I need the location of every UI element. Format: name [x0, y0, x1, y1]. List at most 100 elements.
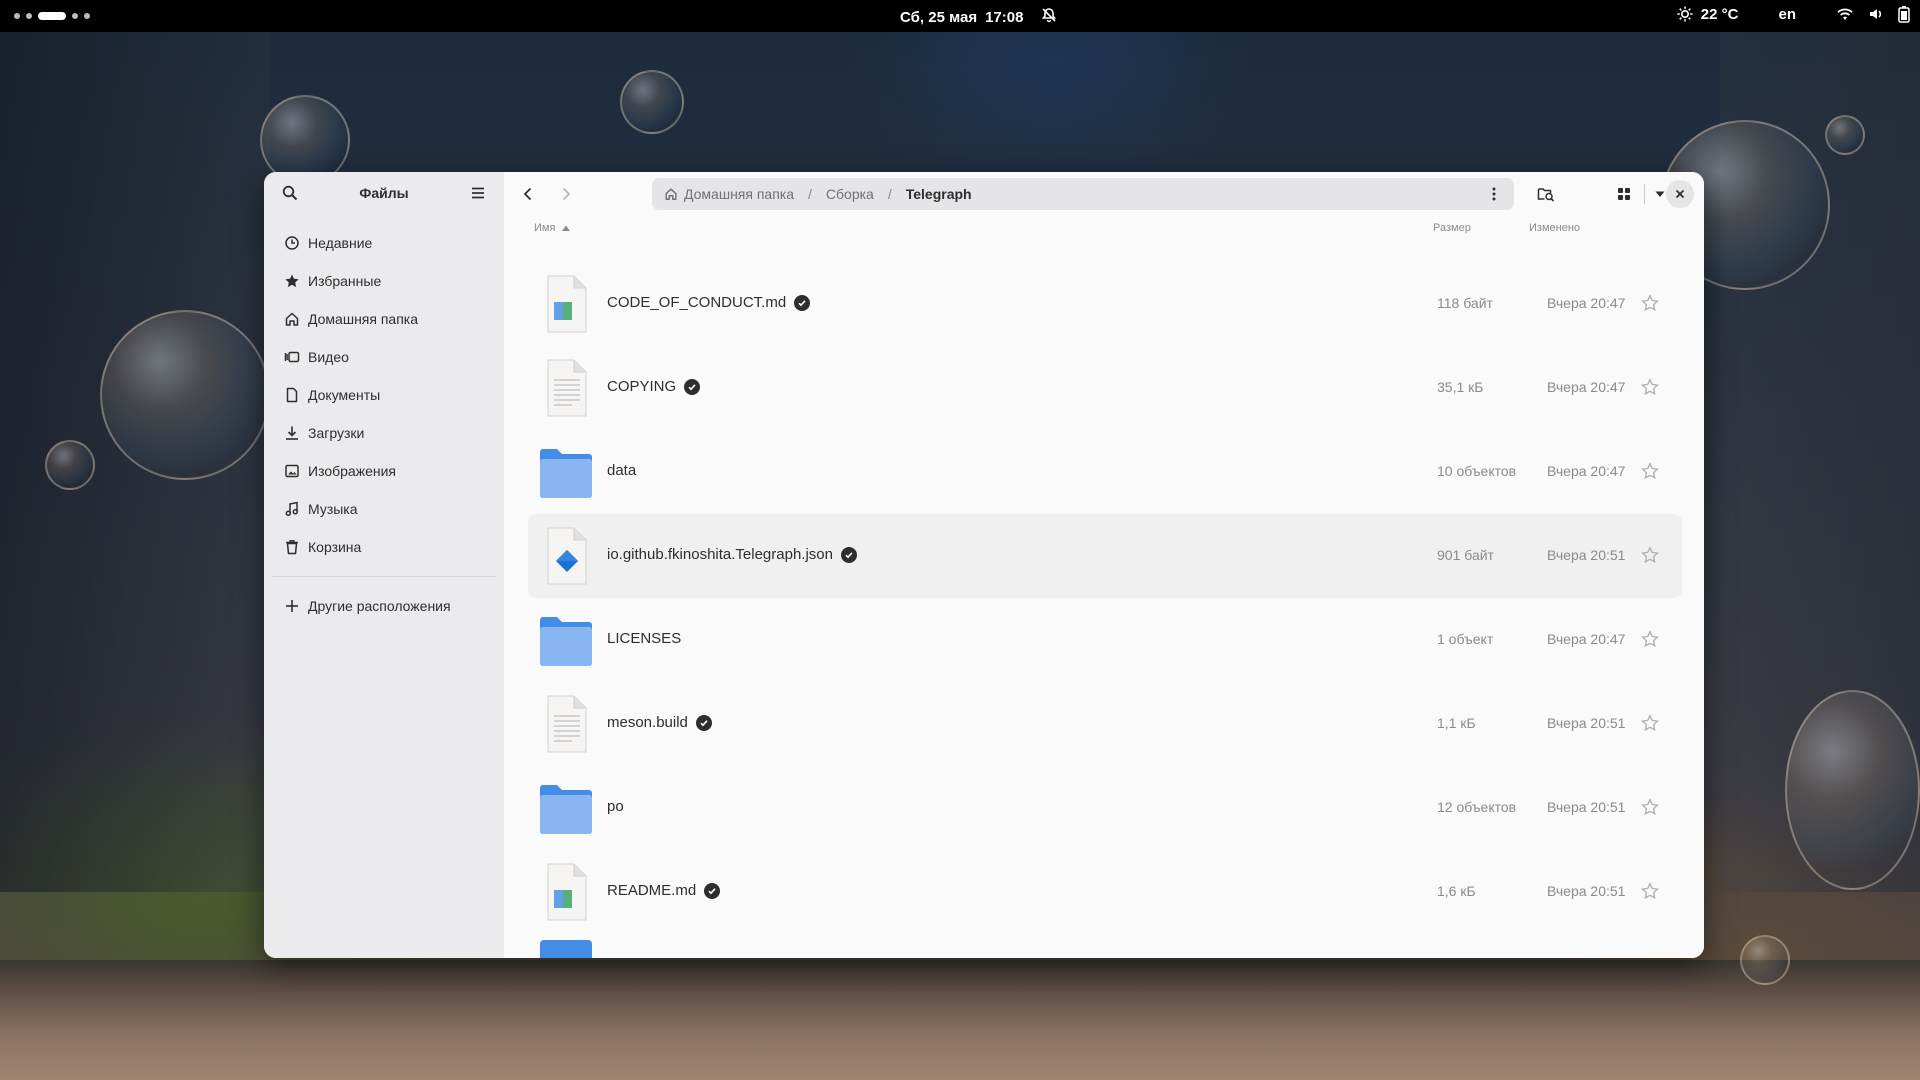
workspace-dot[interactable] — [72, 13, 78, 19]
sidebar-separator — [272, 576, 496, 577]
battery-icon[interactable] — [1898, 5, 1910, 23]
workspace-indicator[interactable] — [14, 12, 90, 20]
file-modified: Вчера 20:51 — [1547, 715, 1626, 731]
workspace-dot[interactable] — [84, 13, 90, 19]
sidebar-item-music[interactable]: Музыка — [264, 490, 504, 528]
file-row[interactable]: README.md 1,6 кБ Вчера 20:51 — [528, 850, 1682, 934]
file-row[interactable]: LICENSES 1 объект Вчера 20:47 — [528, 598, 1682, 682]
star-outline-icon[interactable] — [1641, 714, 1659, 732]
top-bar: Сб, 25 мая 17:08 22 °C en — [0, 0, 1920, 32]
sidebar-item-label: Недавние — [308, 235, 373, 251]
wifi-icon[interactable] — [1836, 6, 1854, 22]
synced-check-icon — [704, 882, 721, 899]
back-button[interactable] — [514, 180, 542, 208]
file-row[interactable]: meson.build 1,1 кБ Вчера 20:51 — [528, 682, 1682, 766]
file-row[interactable]: CODE_OF_CONDUCT.md 118 байт Вчера 20:47 — [528, 262, 1682, 346]
music-icon — [285, 501, 299, 517]
plus-icon — [286, 600, 298, 612]
home-icon — [665, 188, 677, 200]
file-list: CODE_OF_CONDUCT.md 118 байт Вчера 20:47 … — [504, 262, 1704, 934]
kebab-menu-icon — [1492, 187, 1496, 201]
file-name: meson.build — [607, 714, 712, 731]
sidebar-item-downloads[interactable]: Загрузки — [264, 414, 504, 452]
folder-menu-button[interactable] — [1480, 180, 1508, 208]
file-row[interactable]: io.github.fkinoshita.Telegraph.json 901 … — [528, 514, 1682, 598]
column-size-header[interactable]: Размер — [1433, 222, 1471, 234]
sidebar-item-documents[interactable]: Документы — [264, 376, 504, 414]
main-menu-button[interactable] — [464, 179, 492, 207]
header-bar: Домашняя папка / Сборка / Telegraph — [504, 172, 1704, 216]
column-name-header[interactable]: Имя — [534, 222, 571, 234]
files-window: Файлы Недавние Избранные Домашняя папка … — [264, 172, 1704, 958]
star-outline-icon[interactable] — [1641, 882, 1659, 900]
notifications-muted-icon — [1041, 7, 1057, 27]
sidebar-item-label: Изображения — [308, 463, 396, 479]
breadcrumb-current[interactable]: Telegraph — [906, 186, 972, 202]
file-name-label: io.github.fkinoshita.Telegraph.json — [607, 546, 833, 563]
keyboard-layout[interactable]: en — [1778, 6, 1796, 23]
sidebar-item-recent[interactable]: Недавние — [264, 224, 504, 262]
path-bar: Домашняя папка / Сборка / Telegraph — [652, 178, 1514, 210]
file-size: 35,1 кБ — [1437, 379, 1484, 395]
sidebar-item-pictures[interactable]: Изображения — [264, 452, 504, 490]
sidebar-item-label: Музыка — [308, 501, 358, 517]
search-button[interactable] — [276, 179, 304, 207]
workspace-dot[interactable] — [14, 13, 20, 19]
star-outline-icon[interactable] — [1641, 294, 1659, 312]
file-size: 1,6 кБ — [1437, 883, 1476, 899]
search-icon — [282, 185, 298, 201]
column-header: Имя Размер Изменено — [504, 216, 1704, 238]
sidebar-header: Файлы — [264, 172, 504, 214]
file-row[interactable]: data 10 объектов Вчера 20:47 — [528, 430, 1682, 514]
weather-indicator[interactable]: 22 °C — [1677, 6, 1738, 23]
close-button[interactable] — [1666, 180, 1694, 208]
sidebar-item-trash[interactable]: Корзина — [264, 528, 504, 566]
places-list: Недавние Избранные Домашняя папка Видео … — [264, 214, 504, 625]
breadcrumb-separator: / — [887, 186, 892, 202]
file-name-label: CODE_OF_CONDUCT.md — [607, 294, 787, 311]
file-name: README.md — [607, 882, 721, 899]
file-name-label: LICENSES — [607, 630, 682, 647]
file-size: 10 объектов — [1437, 463, 1517, 479]
wallpaper-bubble — [1785, 690, 1920, 890]
star-outline-icon[interactable] — [1641, 462, 1659, 480]
chevron-right-icon — [562, 187, 571, 201]
file-modified: Вчера 20:51 — [1547, 547, 1626, 563]
breadcrumb-build[interactable]: Сборка — [826, 186, 874, 202]
file-size: 901 байт — [1437, 547, 1494, 563]
workspace-dot-active[interactable] — [38, 12, 66, 20]
clock-button[interactable]: Сб, 25 мая 17:08 — [900, 7, 1057, 27]
star-outline-icon[interactable] — [1641, 378, 1659, 396]
file-row[interactable]: po 12 объектов Вчера 20:51 — [528, 766, 1682, 850]
breadcrumb-label: Telegraph — [905, 186, 972, 202]
file-modified: Вчера 20:51 — [1547, 883, 1626, 899]
sidebar-item-home[interactable]: Домашняя папка — [264, 300, 504, 338]
search-in-folder-button[interactable] — [1532, 180, 1560, 208]
star-outline-icon[interactable] — [1641, 798, 1659, 816]
folder-icon — [540, 617, 592, 666]
synced-check-icon — [794, 294, 811, 311]
forward-button[interactable] — [552, 180, 580, 208]
synced-check-icon — [684, 378, 701, 395]
grid-view-button[interactable] — [1610, 180, 1638, 208]
breadcrumb-home[interactable]: Домашняя папка — [664, 186, 794, 202]
clock-date: Сб, 25 мая — [900, 8, 978, 26]
breadcrumb-separator: / — [808, 186, 812, 202]
sidebar-item-videos[interactable]: Видео — [264, 338, 504, 376]
sort-ascending-icon — [562, 225, 571, 231]
system-tray[interactable]: 22 °C en — [1677, 5, 1910, 23]
star-outline-icon[interactable] — [1641, 630, 1659, 648]
file-row[interactable]: COPYING 35,1 кБ Вчера 20:47 — [528, 346, 1682, 430]
markdown-file-icon — [547, 863, 587, 921]
text-file-icon — [547, 359, 587, 417]
markdown-file-icon — [547, 275, 587, 333]
synced-check-icon — [840, 546, 857, 563]
sidebar-item-starred[interactable]: Избранные — [264, 262, 504, 300]
volume-icon[interactable] — [1868, 6, 1884, 22]
sun-icon — [1677, 6, 1693, 22]
workspace-dot[interactable] — [26, 13, 32, 19]
sidebar-item-other-locations[interactable]: Другие расположения — [264, 587, 504, 625]
column-modified-header[interactable]: Изменено — [1529, 222, 1580, 234]
star-outline-icon[interactable] — [1641, 546, 1659, 564]
clock-icon — [285, 236, 299, 250]
